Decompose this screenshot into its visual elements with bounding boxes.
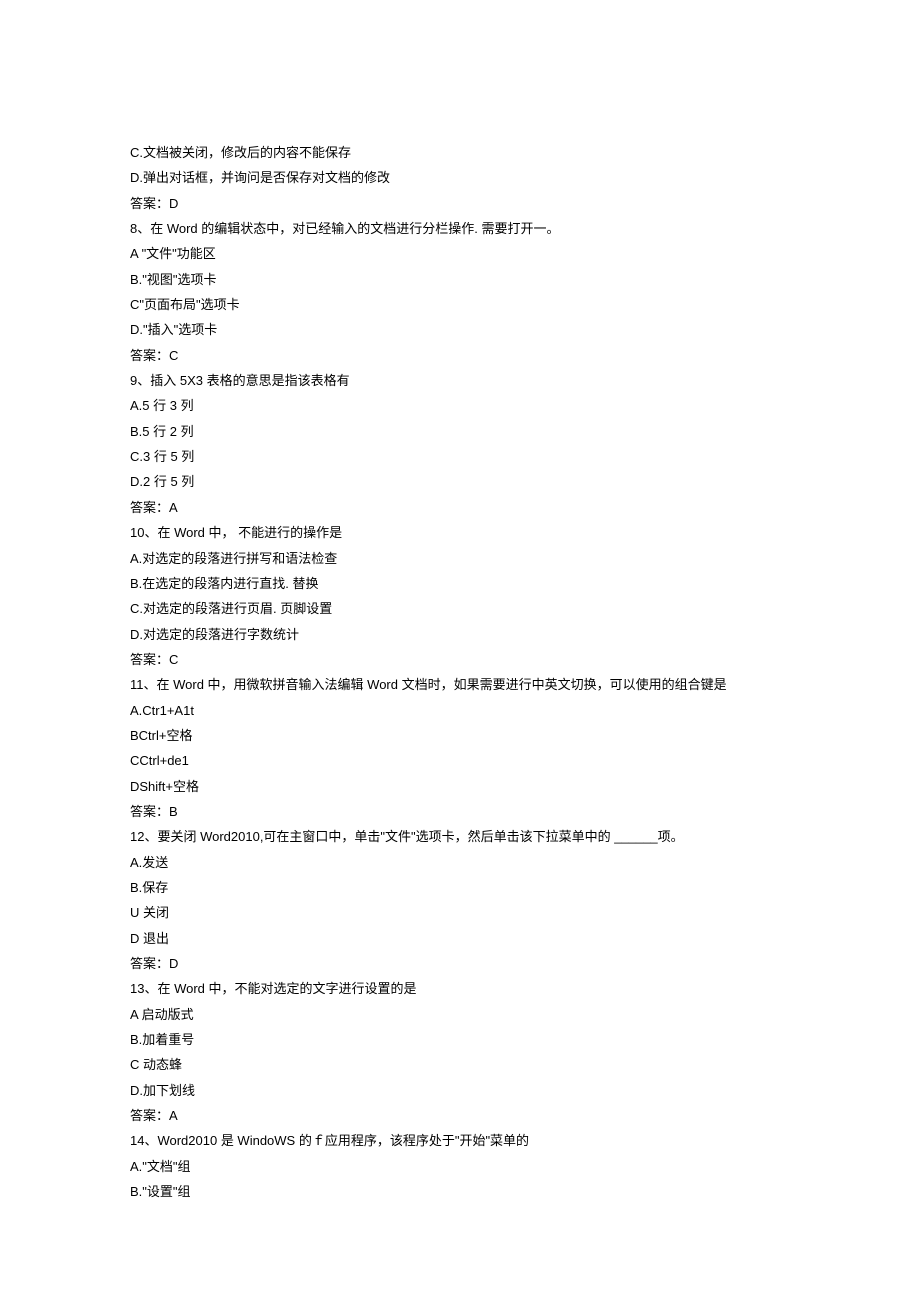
text-line: D 退出 [130,926,790,951]
text-line: 答案：C [130,343,790,368]
text-line: B.5 行 2 列 [130,419,790,444]
text-line: 13、在 Word 中，不能对选定的文字进行设置的是 [130,976,790,1001]
text-line: A.Ctr1+A1t [130,698,790,723]
text-line: A "文件"功能区 [130,241,790,266]
text-line: 答案：A [130,495,790,520]
text-line: CCtrl+de1 [130,748,790,773]
text-line: 14、Word2010 是 WindoWS 的ｆ应用程序，该程序处于"开始"菜单… [130,1128,790,1153]
text-line: 10、在 Word 中， 不能进行的操作是 [130,520,790,545]
text-line: 答案：D [130,191,790,216]
text-line: A."文档"组 [130,1154,790,1179]
text-line: D.弹出对话框，并询问是否保存对文档的修改 [130,165,790,190]
text-line: D.加下划线 [130,1078,790,1103]
document-page: C.文档被关闭，修改后的内容不能保存 D.弹出对话框，并询问是否保存对文档的修改… [0,0,920,1264]
text-line: C.3 行 5 列 [130,444,790,469]
text-line: B.保存 [130,875,790,900]
text-line: C.文档被关闭，修改后的内容不能保存 [130,140,790,165]
text-line: A.对选定的段落进行拼写和语法检查 [130,546,790,571]
text-line: 11、在 Word 中，用微软拼音输入法编辑 Word 文档时，如果需要进行中英… [130,672,790,697]
text-line: B."视图"选项卡 [130,267,790,292]
text-line: DShift+空格 [130,774,790,799]
text-line: U 关闭 [130,900,790,925]
text-line: C 动态蜂 [130,1052,790,1077]
text-line: B.在选定的段落内进行直找. 替换 [130,571,790,596]
text-line: D.对选定的段落进行字数统计 [130,622,790,647]
text-line: 12、要关闭 Word2010,可在主窗口中，单击"文件"选项卡，然后单击该下拉… [130,824,790,849]
text-line: C.对选定的段落进行页眉. 页脚设置 [130,596,790,621]
text-line: 8、在 Word 的编辑状态中，对已经输入的文档进行分栏操作. 需要打开一。 [130,216,790,241]
text-line: B.加着重号 [130,1027,790,1052]
text-line: D.2 行 5 列 [130,469,790,494]
text-line: 答案：B [130,799,790,824]
text-line: A.发送 [130,850,790,875]
text-line: A.5 行 3 列 [130,393,790,418]
text-line: 答案：C [130,647,790,672]
text-line: A 启动版式 [130,1002,790,1027]
text-line: D."插入"选项卡 [130,317,790,342]
text-line: 9、插入 5X3 表格的意思是指该表格有 [130,368,790,393]
text-line: BCtrl+空格 [130,723,790,748]
text-line: B."设置"组 [130,1179,790,1204]
text-line: 答案：D [130,951,790,976]
text-line: C"页面布局"选项卡 [130,292,790,317]
text-line: 答案：A [130,1103,790,1128]
